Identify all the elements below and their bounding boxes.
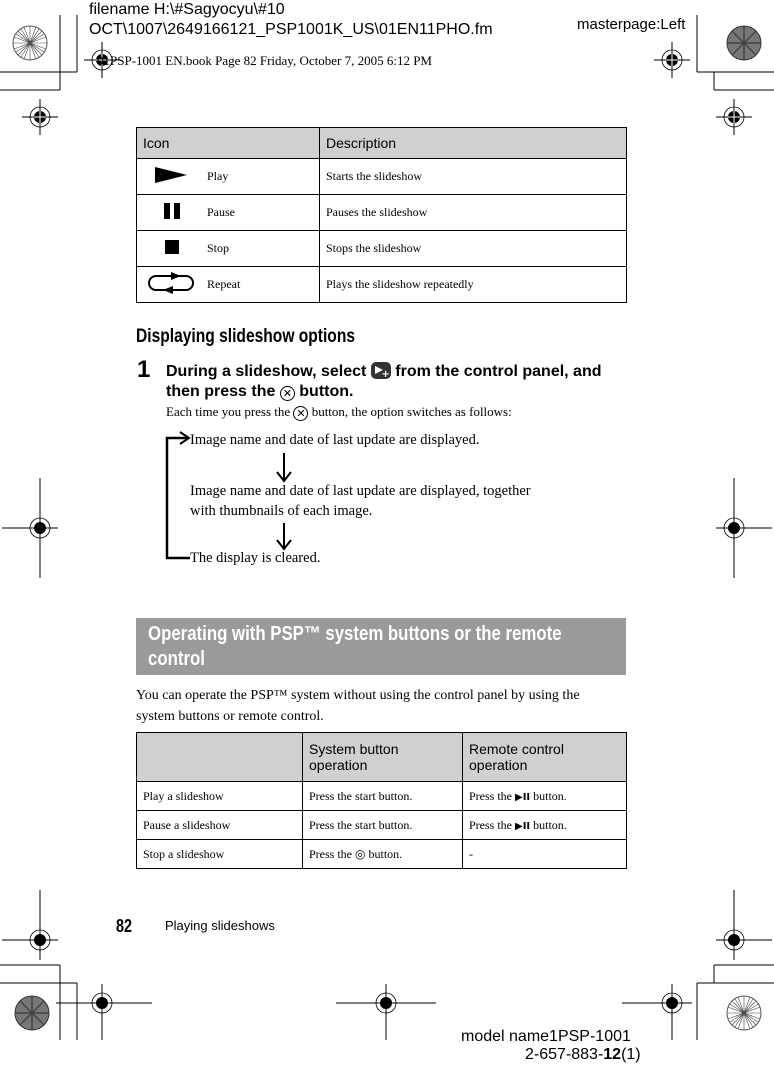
model-code: 2-657-883-12(1) <box>525 1046 641 1063</box>
system-cell: Press the start button. <box>302 781 463 811</box>
slideshow-options-icon <box>370 362 391 380</box>
page-number: 82 <box>116 916 133 936</box>
starburst-mark-icon <box>12 25 48 61</box>
option-state-3: The display is cleared. <box>190 550 321 566</box>
stop-icon <box>165 239 179 254</box>
table-row: Play Starts the slideshow <box>136 158 627 195</box>
icon-description: Pauses the slideshow <box>319 194 627 231</box>
cross-button-icon: ✕ <box>293 406 309 421</box>
icon-description: Stops the slideshow <box>319 230 627 267</box>
filename-header: filename H:\#Sagyocyu\#10 OCT\1007\26491… <box>89 1 493 38</box>
icon-name: Pause <box>207 194 320 231</box>
intro-paragraph: You can operate the PSP™ system without … <box>136 688 580 724</box>
column-header: Remote control operation <box>462 732 627 782</box>
step-instruction: During a slideshow, select from the cont… <box>166 362 636 402</box>
table-row: Stop Stops the slideshow <box>136 230 627 267</box>
action-cell: Stop a slideshow <box>136 839 303 869</box>
operations-table: System button operation Remote control o… <box>136 732 627 869</box>
system-cell: Press the start button. <box>302 810 463 840</box>
column-header: Description <box>319 127 627 159</box>
icon-name: Stop <box>207 230 320 267</box>
option-state-2: Image name and date of last update are d… <box>190 483 531 519</box>
masterpage-label: masterpage:Left <box>577 16 686 33</box>
model-name: model name1PSP-1001 <box>461 1028 631 1045</box>
pause-icon <box>164 202 180 219</box>
circle-button-icon: ◎ <box>355 846 366 861</box>
column-header: Icon <box>136 127 320 159</box>
icon-table: Icon Description Play Starts the slidesh… <box>136 127 627 303</box>
play-pause-icon: ▶II <box>515 820 531 832</box>
remote-cell: Press the ▶II button. <box>462 810 627 840</box>
remote-cell: Press the ▶II button. <box>462 781 627 811</box>
table-row: Pause a slideshow Press the start button… <box>136 810 627 840</box>
table-header-row: Icon Description <box>136 127 627 159</box>
action-cell: Pause a slideshow <box>136 810 303 840</box>
icon-name: Repeat <box>207 266 320 303</box>
dark-disc-mark-icon <box>14 995 50 1031</box>
table-header-row: System button operation Remote control o… <box>136 732 627 782</box>
action-cell: Play a slideshow <box>136 781 303 811</box>
section-title: Operating with PSP™ system buttons or th… <box>148 623 562 670</box>
table-row: Stop a slideshow Press the ◎ button. - <box>136 839 627 869</box>
book-info: 01PSP-1001 EN.book Page 82 Friday, Octob… <box>97 53 432 68</box>
column-header <box>136 732 303 782</box>
icon-description: Plays the slideshow repeatedly <box>319 266 627 303</box>
registration-mark-icon <box>653 41 691 79</box>
play-icon <box>155 166 187 183</box>
table-row: Repeat Plays the slideshow repeatedly <box>136 266 627 303</box>
cross-button-icon: ✕ <box>279 386 295 401</box>
section-heading: Displaying slideshow options <box>136 326 356 347</box>
column-header: System button operation <box>302 732 463 782</box>
dark-disc-mark-icon <box>726 25 762 61</box>
system-cell: Press the ◎ button. <box>302 839 463 869</box>
step-number: 1 <box>137 356 151 383</box>
table-row: Play a slideshow Press the start button.… <box>136 781 627 811</box>
table-row: Pause Pauses the slideshow <box>136 194 627 231</box>
play-pause-icon: ▶II <box>515 791 531 803</box>
step-detail: Each time you press the ✕ button, the op… <box>166 404 512 421</box>
remote-cell: - <box>462 839 627 869</box>
starburst-mark-icon <box>726 995 762 1031</box>
registration-mark-icon <box>21 98 59 136</box>
running-footer-title: Playing slideshows <box>165 918 275 933</box>
repeat-icon <box>148 271 194 294</box>
icon-description: Starts the slideshow <box>319 158 627 195</box>
option-state-1: Image name and date of last update are d… <box>190 432 480 448</box>
icon-name: Play <box>207 158 320 195</box>
registration-mark-icon <box>715 98 753 136</box>
